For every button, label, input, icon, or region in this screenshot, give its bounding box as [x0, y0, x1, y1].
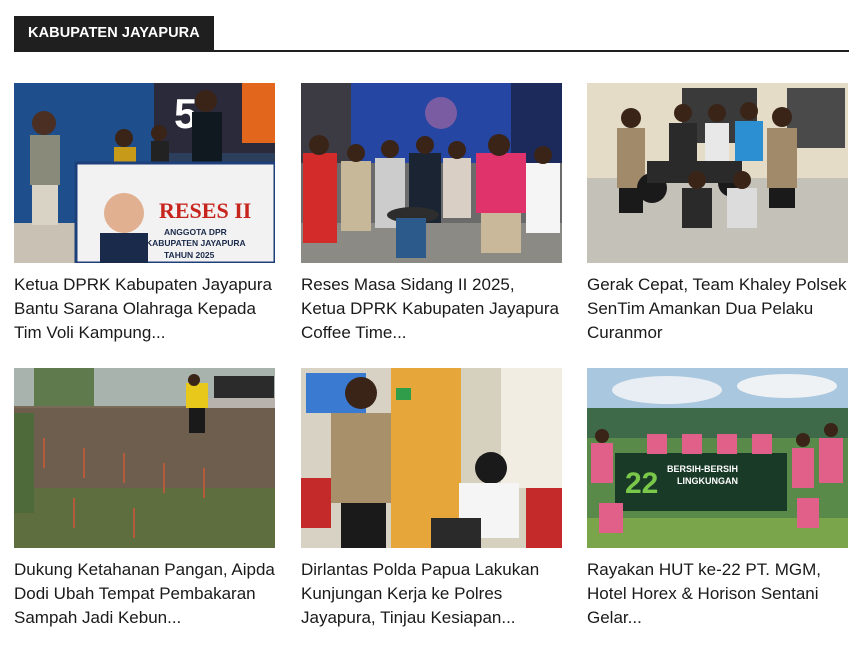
article-card[interactable]: 5 RESES II ANGGOTA DPR KABUPATEN JAYAPUR… [14, 83, 275, 345]
article-card[interactable]: 22 BERSIH-BERSIH LINGKUNGAN Rayakan HUT … [587, 368, 848, 630]
garden-photo [14, 368, 275, 548]
article-card[interactable]: Dirlantas Polda Papua Lakukan Kunjungan … [301, 368, 562, 630]
article-thumbnail[interactable] [301, 83, 562, 263]
reses-event-photo: 5 RESES II ANGGOTA DPR KABUPATEN JAYAPUR… [14, 83, 275, 263]
article-thumbnail[interactable]: 5 RESES II ANGGOTA DPR KABUPATEN JAYAPUR… [14, 83, 275, 263]
svg-text:ANGGOTA DPR: ANGGOTA DPR [164, 227, 227, 237]
article-thumbnail[interactable] [14, 368, 275, 548]
article-card[interactable]: Gerak Cepat, Team Khaley Polsek SenTim A… [587, 83, 848, 345]
svg-text:LINGKUNGAN: LINGKUNGAN [677, 476, 738, 486]
article-title[interactable]: Reses Masa Sidang II 2025, Ketua DPRK Ka… [301, 273, 562, 345]
category-section: KABUPATEN JAYAPURA 5 RESES II ANGGOTA DP… [14, 16, 849, 627]
coffee-meeting-photo [301, 83, 562, 263]
article-title[interactable]: Gerak Cepat, Team Khaley Polsek SenTim A… [587, 273, 848, 345]
group-event-photo: 22 BERSIH-BERSIH LINGKUNGAN [587, 368, 848, 548]
section-header: KABUPATEN JAYAPURA [14, 16, 849, 52]
police-arrest-photo [587, 83, 848, 263]
banner-number: 22 [625, 467, 658, 500]
article-thumbnail[interactable]: 22 BERSIH-BERSIH LINGKUNGAN [587, 368, 848, 548]
svg-text:TAHUN 2025: TAHUN 2025 [164, 250, 215, 260]
police-visit-photo [301, 368, 562, 548]
article-thumbnail[interactable] [587, 83, 848, 263]
article-title[interactable]: Dirlantas Polda Papua Lakukan Kunjungan … [301, 558, 562, 630]
section-title-link[interactable]: KABUPATEN JAYAPURA [14, 16, 214, 50]
article-title[interactable]: Dukung Ketahanan Pangan, Aipda Dodi Ubah… [14, 558, 275, 630]
svg-text:KABUPATEN JAYAPURA: KABUPATEN JAYAPURA [146, 238, 246, 248]
article-thumbnail[interactable] [301, 368, 562, 548]
article-title[interactable]: Ketua DPRK Kabupaten Jayapura Bantu Sara… [14, 273, 275, 345]
article-title[interactable]: Rayakan HUT ke-22 PT. MGM, Hotel Horex &… [587, 558, 848, 630]
article-card[interactable]: Reses Masa Sidang II 2025, Ketua DPRK Ka… [301, 83, 562, 345]
svg-text:BERSIH-BERSIH: BERSIH-BERSIH [667, 464, 738, 474]
banner-title: RESES II [159, 198, 251, 223]
article-card[interactable]: Dukung Ketahanan Pangan, Aipda Dodi Ubah… [14, 368, 275, 630]
